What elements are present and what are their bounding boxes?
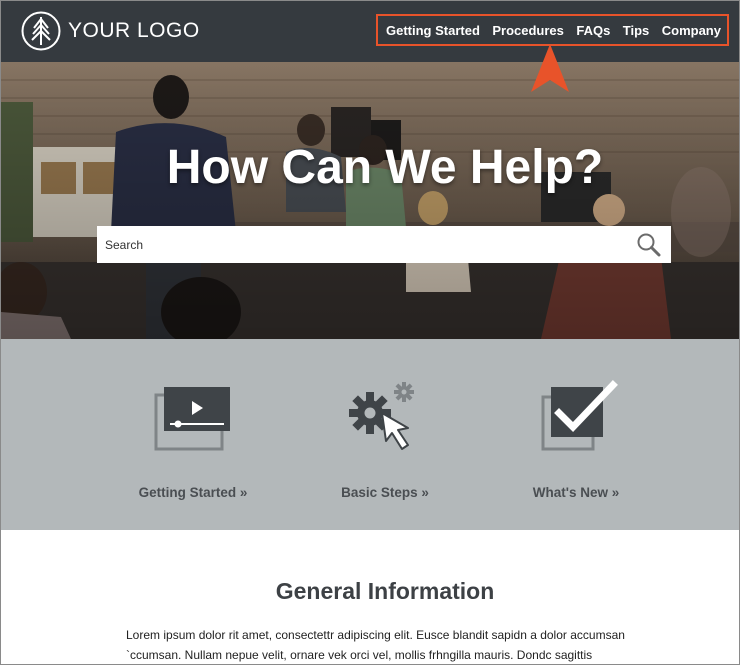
checkbox-icon — [541, 380, 618, 451]
site-header: YOUR LOGO Getting Started Procedures FAQ… — [1, 1, 739, 62]
section-title: General Information — [275, 578, 495, 604]
hero-title: How Can We Help? — [166, 141, 604, 194]
feature-label: What's New » — [532, 485, 620, 500]
logo-text: YOUR LOGO — [68, 19, 200, 42]
nav-tips[interactable]: Tips — [623, 23, 650, 38]
feature-basic-steps[interactable]: Basic Steps » — [295, 377, 475, 500]
callout-arrow-icon — [531, 44, 569, 92]
video-player-icon — [154, 387, 230, 451]
feature-whats-new[interactable]: What's New » — [486, 377, 666, 500]
search-input[interactable] — [97, 226, 631, 263]
feature-label: Basic Steps » — [341, 485, 429, 500]
office-photo — [1, 62, 739, 339]
search-icon[interactable] — [631, 227, 667, 263]
section-body: Lorem ipsum dolor rit amet, consectettr … — [126, 628, 625, 662]
feature-links: Getting Started » Basic Steps » What's N… — [1, 339, 739, 530]
feature-getting-started[interactable]: Getting Started » — [103, 377, 283, 500]
feature-label: Getting Started » — [138, 485, 248, 500]
hero-banner: How Can We Help? — [1, 62, 739, 339]
nav-faqs[interactable]: FAQs — [576, 23, 610, 38]
logo[interactable]: YOUR LOGO — [21, 11, 200, 51]
gear-cursor-icon — [349, 382, 414, 450]
nav-procedures[interactable]: Procedures — [492, 23, 564, 38]
tree-logo-icon — [21, 11, 61, 51]
nav-company[interactable]: Company — [662, 23, 721, 38]
search-bar — [97, 226, 671, 263]
nav-getting-started[interactable]: Getting Started — [386, 23, 480, 38]
